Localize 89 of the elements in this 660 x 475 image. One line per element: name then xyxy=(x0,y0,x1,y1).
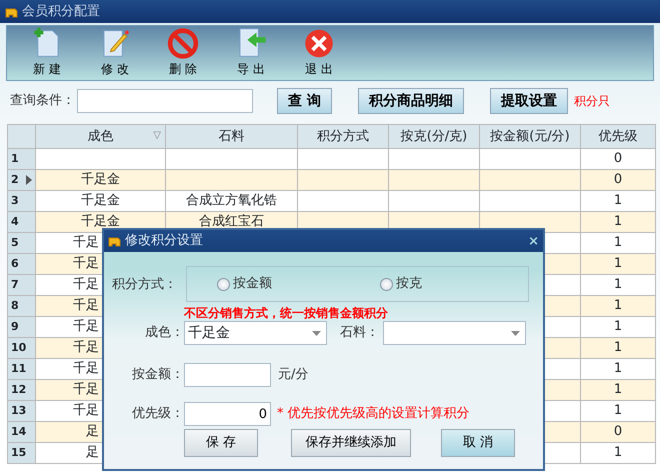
dialog-title: 修改积分设置 xyxy=(125,232,203,250)
table-cell: 千足 xyxy=(73,340,99,356)
close-button[interactable]: × xyxy=(528,234,539,248)
table-cell: 0 xyxy=(614,172,622,188)
column-header[interactable]: 石料 xyxy=(166,124,298,148)
row-number: 12 xyxy=(8,380,36,400)
column-header[interactable]: 按克(分/克) xyxy=(388,124,480,148)
window-title: 会员积分配置 xyxy=(22,2,100,21)
priority-label: 优先级： xyxy=(131,405,184,424)
row-number: 10 xyxy=(8,338,36,358)
radio-option[interactable]: 按金额 xyxy=(217,274,272,294)
row-number: 3 xyxy=(8,190,36,212)
search-label: 查询条件： xyxy=(10,92,75,110)
table-cell: 千足 xyxy=(73,277,99,292)
table-cell: 千足 xyxy=(73,298,99,314)
table-cell: 千足 xyxy=(73,256,99,272)
table-cell: 1 xyxy=(614,361,622,376)
table-cell: 足 xyxy=(86,445,99,460)
query-button[interactable]: 提取设置 xyxy=(490,88,568,114)
table-cell: 1 xyxy=(614,214,622,230)
row-number: 8 xyxy=(8,296,36,316)
query-button[interactable]: 积分商品明细 xyxy=(358,88,464,114)
toolbar-button[interactable]: 导 出 xyxy=(217,26,285,80)
table-cell: 0 xyxy=(614,151,622,166)
table-cell: 1 xyxy=(614,256,622,272)
table-cell: 千足 xyxy=(73,361,99,376)
table-cell: 1 xyxy=(614,193,622,208)
search-field[interactable] xyxy=(77,89,253,113)
note-text: 积分只 xyxy=(574,93,610,110)
row-number: 11 xyxy=(8,358,36,380)
query-button[interactable]: 查 询 xyxy=(277,88,332,114)
method-label: 积分方式： xyxy=(112,276,177,294)
column-header[interactable]: 成色 ▽ xyxy=(36,124,166,148)
table-cell: 1 xyxy=(614,277,622,292)
color-label: 成色： xyxy=(144,324,184,342)
row-number: 6 xyxy=(8,254,36,274)
priority-field[interactable]: 0 xyxy=(184,402,271,426)
table-cell: 合成红宝石 xyxy=(199,214,264,230)
radio-option[interactable]: 按克 xyxy=(380,274,422,294)
toolbar-button[interactable]: 删 除 xyxy=(149,26,217,80)
dialog-button[interactable]: 取 消 xyxy=(441,429,515,457)
row-number: 9 xyxy=(8,316,36,338)
table-cell: 千足金 xyxy=(81,172,120,188)
row-number: 13 xyxy=(8,400,36,422)
unit-label: 元/分 xyxy=(278,366,308,384)
row-number: 2 xyxy=(8,170,36,190)
dropdown-arrow-icon xyxy=(511,330,520,336)
color-dropdown[interactable]: 千足金 xyxy=(184,321,327,345)
warning-text: 不区分销售方式，统一按销售金额积分 xyxy=(184,305,388,322)
table-cell: 1 xyxy=(614,445,622,460)
prohibited-icon xyxy=(166,27,200,60)
toolbar-button[interactable]: 新 建 xyxy=(13,26,81,80)
stone-label: 石料： xyxy=(340,324,380,342)
table-cell: 合成立方氧化锆 xyxy=(186,193,277,208)
row-number: 5 xyxy=(8,232,36,254)
toolbar-button[interactable]: 退 出 xyxy=(285,26,353,80)
table-cell: 千足 xyxy=(73,319,99,334)
dialog-button[interactable]: 保 存 xyxy=(184,429,258,457)
amount-label: 按金额： xyxy=(131,366,184,384)
toolbar-button[interactable]: 修 改 xyxy=(81,26,149,80)
dropdown-arrow-icon xyxy=(312,330,321,336)
table-cell: 1 xyxy=(614,235,622,250)
column-header[interactable]: 积分方式 xyxy=(298,124,388,148)
radio-button[interactable] xyxy=(380,278,393,290)
table-cell: 千足金 xyxy=(81,214,120,230)
row-number: 4 xyxy=(8,212,36,232)
table-cell: 0 xyxy=(614,424,622,440)
table-cell: 1 xyxy=(614,382,622,398)
radio-button[interactable] xyxy=(217,278,230,290)
hint-text: * 优先按优先级高的设置计算积分 xyxy=(277,405,470,424)
table-cell: 千足 xyxy=(73,403,99,418)
table-cell: 千足 xyxy=(73,382,99,398)
sort-icon: ▽ xyxy=(153,128,161,143)
amount-field[interactable] xyxy=(184,363,271,387)
row-number: 15 xyxy=(8,442,36,464)
table-cell: 1 xyxy=(614,319,622,334)
table-cell: 千足 xyxy=(73,235,99,250)
row-number: 14 xyxy=(8,422,36,442)
table-cell: 1 xyxy=(614,298,622,314)
row-number: 1 xyxy=(8,148,36,170)
row-number: 7 xyxy=(8,274,36,296)
dialog-button[interactable]: 保存并继续添加 xyxy=(291,429,411,457)
table-cell: 1 xyxy=(614,403,622,418)
table-cell: 千足金 xyxy=(81,193,120,208)
table-cell: 1 xyxy=(614,340,622,356)
table-cell: 足 xyxy=(86,424,99,440)
column-header[interactable]: 按金额(元/分) xyxy=(480,124,580,148)
column-header[interactable]: 优先级 xyxy=(580,124,656,148)
stone-dropdown[interactable] xyxy=(383,321,526,345)
